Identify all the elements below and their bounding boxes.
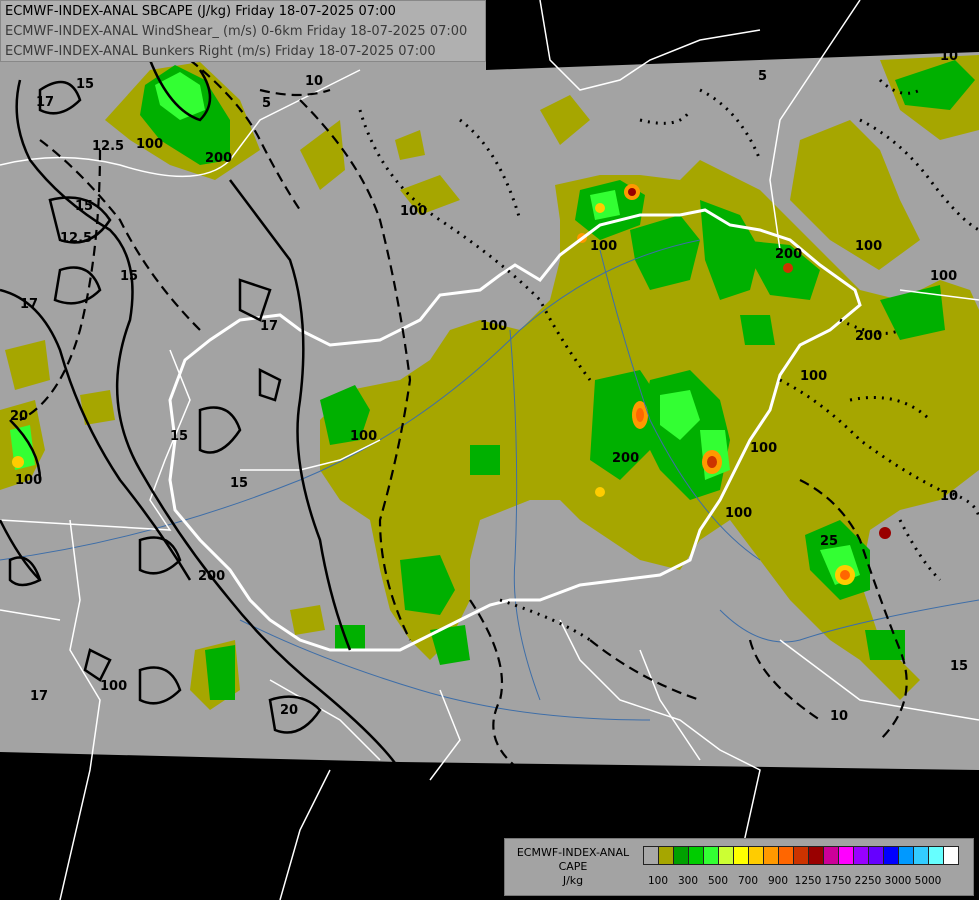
legend-swatches: [643, 846, 959, 865]
legend-swatch: [898, 846, 914, 865]
legend-ticks: 100 300 500 700 900 1250 1750 2250 3000 5000: [643, 875, 973, 889]
legend-tick-label: 2250: [854, 875, 882, 887]
contour-label: 200: [612, 451, 639, 466]
weather-map: 17 15 12.5 10 5 12.5 17 15 20 17 15 15 17 20 10 15 100 20…: [0, 0, 979, 900]
contour-label: 15: [170, 429, 188, 444]
legend-title-unit: J/kg: [562, 874, 584, 887]
legend-swatch: [928, 846, 944, 865]
legend-swatch: [718, 846, 734, 865]
legend-swatch: [778, 846, 794, 865]
contour-label: 100: [800, 369, 827, 384]
contour-label: 10: [830, 709, 848, 724]
title-bunkers: ECMWF-INDEX-ANAL Bunkers Right (m/s) Fri…: [5, 44, 436, 59]
contour-label: 15: [950, 659, 968, 674]
map-title-box: ECMWF-INDEX-ANAL SBCAPE (J/kg) Friday 18…: [0, 0, 486, 62]
legend-swatch: [793, 846, 809, 865]
contour-label: 17: [260, 319, 278, 334]
contour-label: 100: [400, 204, 427, 219]
contour-label: 100: [725, 506, 752, 521]
legend-swatch: [838, 846, 854, 865]
legend-tick-label: 5000: [914, 875, 942, 887]
contour-label: 5: [758, 69, 767, 84]
contour-label: 100: [750, 441, 777, 456]
legend-tick-label: 100: [647, 875, 669, 887]
legend-swatch: [868, 846, 884, 865]
contour-label: 15: [230, 476, 248, 491]
legend-title-model: ECMWF-INDEX-ANAL: [516, 846, 630, 859]
contour-label: 100: [136, 137, 163, 152]
contour-label: 200: [205, 151, 232, 166]
legend-swatch: [823, 846, 839, 865]
legend-swatch: [703, 846, 719, 865]
contour-label: 5: [262, 96, 271, 111]
legend-title: ECMWF-INDEX-ANAL CAPE J/kg: [509, 846, 637, 888]
contour-label: 100: [590, 239, 617, 254]
legend-tick-label: 300: [677, 875, 699, 887]
contour-label: 10: [940, 489, 958, 504]
legend-tick-label: 500: [707, 875, 729, 887]
legend-tick-label: 1250: [794, 875, 822, 887]
title-windshear: ECMWF-INDEX-ANAL WindShear_ (m/s) 0-6km …: [5, 24, 468, 39]
contour-label: 100: [855, 239, 882, 254]
legend-swatch: [763, 846, 779, 865]
legend-swatch: [643, 846, 659, 865]
contour-label: 100: [480, 319, 507, 334]
contour-label: 15: [120, 269, 138, 284]
contour-label: 200: [198, 569, 225, 584]
legend-swatch: [673, 846, 689, 865]
legend-swatch: [883, 846, 899, 865]
legend-swatch: [808, 846, 824, 865]
contour-label: 20: [280, 703, 298, 718]
legend-swatch: [733, 846, 749, 865]
legend-swatch: [913, 846, 929, 865]
contour-label: 12.5: [92, 139, 124, 154]
contour-label: 200: [775, 247, 802, 262]
title-sbcape: ECMWF-INDEX-ANAL SBCAPE (J/kg) Friday 18…: [5, 4, 396, 19]
contour-label: 100: [100, 679, 127, 694]
contour-label: 100: [930, 269, 957, 284]
legend-tick-label: 700: [737, 875, 759, 887]
contour-label: 17: [20, 297, 38, 312]
contour-label: 15: [76, 77, 94, 92]
legend-tick-label: 900: [767, 875, 789, 887]
cape-legend: ECMWF-INDEX-ANAL CAPE J/kg 100 300 500 700 9…: [504, 838, 974, 896]
contour-label: 200: [855, 329, 882, 344]
legend-swatch: [658, 846, 674, 865]
contour-label: 10: [305, 74, 323, 89]
contour-label: 10: [940, 49, 958, 64]
contour-label: 17: [36, 95, 54, 110]
legend-tick-label: 1750: [824, 875, 852, 887]
contour-label: 25: [820, 534, 838, 549]
legend-title-field: CAPE: [558, 860, 588, 873]
contour-label: 100: [350, 429, 377, 444]
contour-label: 100: [15, 473, 42, 488]
legend-swatch: [748, 846, 764, 865]
legend-tick-label: 3000: [884, 875, 912, 887]
contour-label: 17: [30, 689, 48, 704]
contour-label: 20: [10, 409, 28, 424]
legend-swatch: [943, 846, 959, 865]
contour-label: 12.5: [60, 231, 92, 246]
contour-label: 15: [75, 199, 93, 214]
legend-swatch: [688, 846, 704, 865]
legend-swatch: [853, 846, 869, 865]
